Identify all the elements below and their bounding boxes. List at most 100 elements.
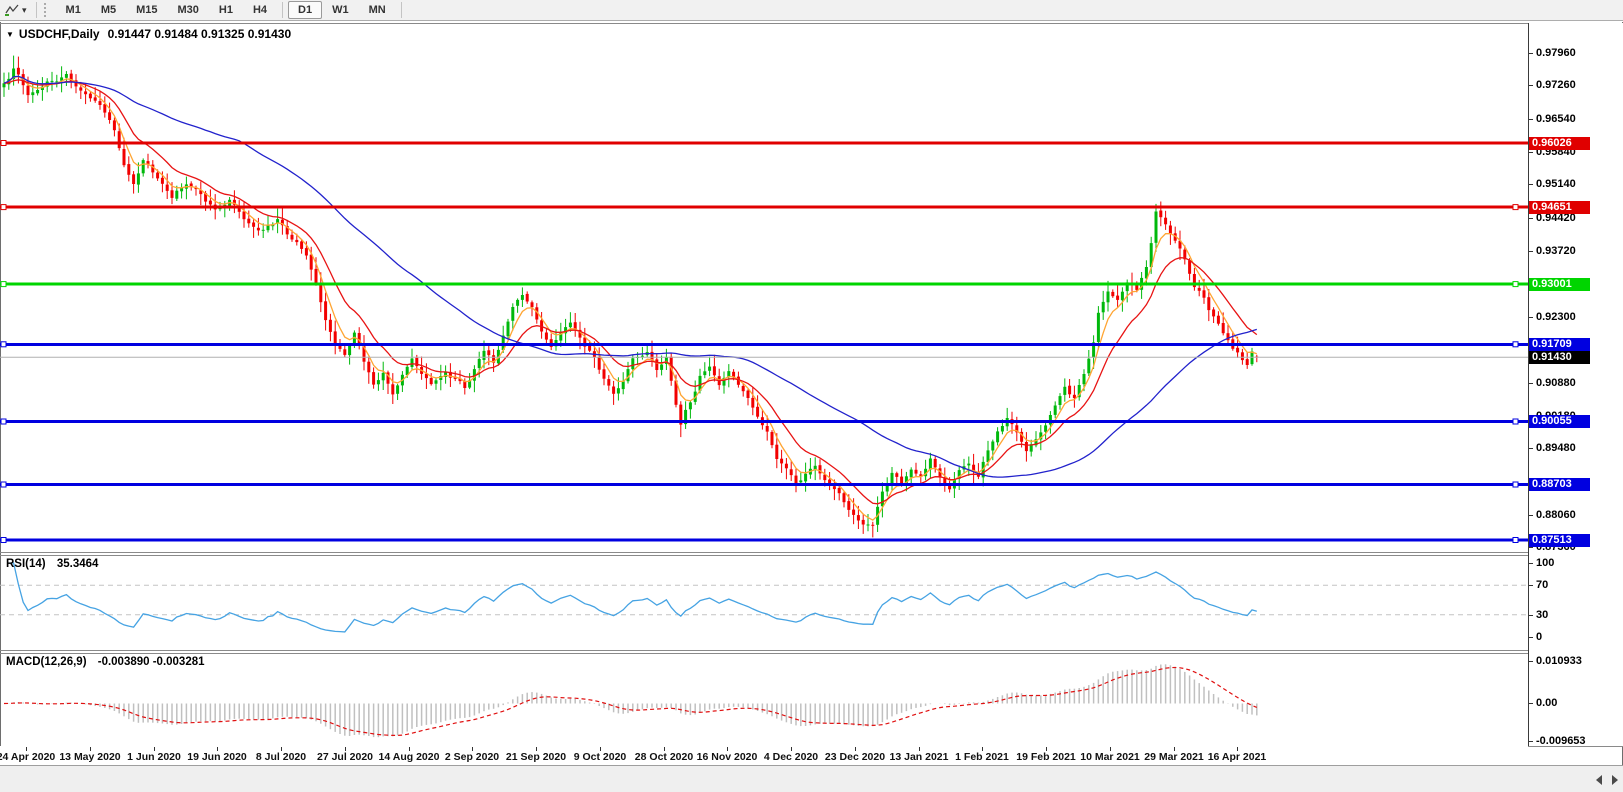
time-axis[interactable]: 24 Apr 202013 May 20201 Jun 202019 Jun 2…: [0, 746, 1528, 765]
price-tick-dash: [1529, 85, 1533, 86]
level-handle[interactable]: [1, 342, 6, 347]
level-handle[interactable]: [1513, 282, 1518, 287]
date-label: 24 Apr 2020: [0, 751, 55, 763]
level-handle[interactable]: [1, 419, 6, 424]
level-handle[interactable]: [1513, 482, 1518, 487]
candle-body: [521, 295, 524, 300]
candle-body: [367, 362, 370, 373]
collapse-triangle-icon[interactable]: ▼: [6, 30, 14, 39]
rsi-line: [9, 563, 1257, 632]
rsi-tick-dash: [1529, 563, 1533, 564]
candle-body: [305, 248, 308, 255]
candle-body: [871, 525, 874, 526]
candle-body: [833, 486, 836, 489]
macd-tick-label: 0.00: [1536, 697, 1557, 709]
candle-body: [867, 525, 870, 526]
level-line-0.93001[interactable]: [0, 283, 1528, 286]
level-handle[interactable]: [1, 282, 6, 287]
level-line-0.94651[interactable]: [0, 206, 1528, 209]
level-line-0.90055[interactable]: [0, 420, 1528, 423]
candle-body: [99, 101, 102, 105]
candle-body: [1025, 442, 1028, 451]
timeframe-button-M15[interactable]: M15: [126, 1, 167, 19]
timeframe-button-M1[interactable]: M1: [56, 1, 91, 19]
level-handle[interactable]: [1, 205, 6, 210]
candle-body: [175, 191, 178, 199]
level-handle[interactable]: [1, 141, 6, 146]
candle-body: [51, 81, 54, 82]
candle-body: [526, 294, 529, 302]
candle-body: [607, 379, 610, 386]
panel-divider[interactable]: [0, 650, 1528, 651]
timeframe-buttons: M1M5M15M30H1H4 D1W1MN: [56, 1, 407, 19]
candle-body: [766, 426, 769, 432]
level-price-label: 0.91709: [1529, 338, 1590, 351]
candle-body: [262, 230, 265, 231]
candle-body: [531, 302, 534, 307]
candle-body: [1236, 348, 1239, 353]
candle-body: [65, 74, 68, 78]
slow-ma-line[interactable]: [4, 76, 1257, 477]
timeframe-button-M30[interactable]: M30: [168, 1, 209, 19]
timeframe-button-MN[interactable]: MN: [359, 1, 396, 19]
candle-body: [516, 300, 519, 306]
level-handle[interactable]: [1513, 538, 1518, 543]
scroll-right-arrow-icon[interactable]: [1612, 775, 1618, 785]
level-line-0.91709[interactable]: [0, 343, 1528, 346]
level-line-0.87513[interactable]: [0, 539, 1528, 542]
timeframe-button-D1[interactable]: D1: [288, 1, 322, 19]
candle-body: [1107, 292, 1110, 303]
candle-body: [795, 476, 798, 484]
level-handle[interactable]: [1513, 205, 1518, 210]
level-price-label: 0.90055: [1529, 415, 1590, 428]
candle-body: [929, 459, 932, 470]
macd-canvas[interactable]: [0, 654, 1528, 746]
level-line-0.96026[interactable]: [0, 142, 1528, 145]
candle-body: [775, 445, 778, 459]
date-label: 10 Mar 2021: [1080, 751, 1140, 763]
macd-header: MACD(12,26,9) -0.003890 -0.003281: [6, 656, 205, 668]
candle-body: [569, 323, 572, 328]
price-tick-dash: [1529, 383, 1533, 384]
dropdown-caret-icon[interactable]: ▾: [22, 5, 27, 16]
timeframe-button-H4[interactable]: H4: [243, 1, 277, 19]
price-tick-dash: [1529, 448, 1533, 449]
level-handle[interactable]: [1513, 342, 1518, 347]
level-handle[interactable]: [1, 482, 6, 487]
level-line-0.88703[interactable]: [0, 483, 1528, 486]
date-label: 1 Feb 2021: [955, 751, 1009, 763]
toolbar-grip[interactable]: [44, 3, 49, 17]
candle-body: [156, 173, 159, 179]
level-handle[interactable]: [1, 538, 6, 543]
candle-body: [1111, 292, 1114, 296]
timeframe-button-W1[interactable]: W1: [322, 1, 359, 19]
timeframe-button-M5[interactable]: M5: [91, 1, 126, 19]
candle-body: [1198, 288, 1201, 291]
candle-body: [790, 469, 793, 475]
macd-tick-label: -0.009653: [1536, 735, 1586, 747]
date-label: 4 Dec 2020: [764, 751, 818, 763]
panel-divider[interactable]: [0, 552, 1528, 553]
level-handle[interactable]: [1513, 419, 1518, 424]
candle-body: [377, 380, 380, 384]
scroll-left-arrow-icon[interactable]: [1596, 775, 1602, 785]
timeframe-button-H1[interactable]: H1: [209, 1, 243, 19]
date-label: 16 Apr 2021: [1208, 751, 1267, 763]
candle-body: [79, 87, 82, 90]
candle-body: [895, 473, 898, 477]
candle-body: [1063, 387, 1066, 395]
price-chart-canvas[interactable]: [0, 24, 1528, 552]
candle-body: [411, 359, 414, 368]
date-label: 14 Aug 2020: [379, 751, 440, 763]
candle-body: [142, 160, 145, 173]
candle-body: [708, 367, 711, 371]
candle-body: [171, 190, 174, 198]
candle-body: [742, 386, 745, 391]
rsi-tick-label: 70: [1536, 579, 1548, 591]
candle-body: [631, 358, 634, 369]
rsi-canvas[interactable]: [0, 556, 1528, 650]
toolbar-divider: [36, 2, 37, 18]
line-draw-icon[interactable]: [4, 3, 20, 17]
candle-body: [1217, 316, 1220, 324]
price-axis[interactable]: 0.979600.972600.965400.958400.951400.944…: [1528, 23, 1623, 746]
